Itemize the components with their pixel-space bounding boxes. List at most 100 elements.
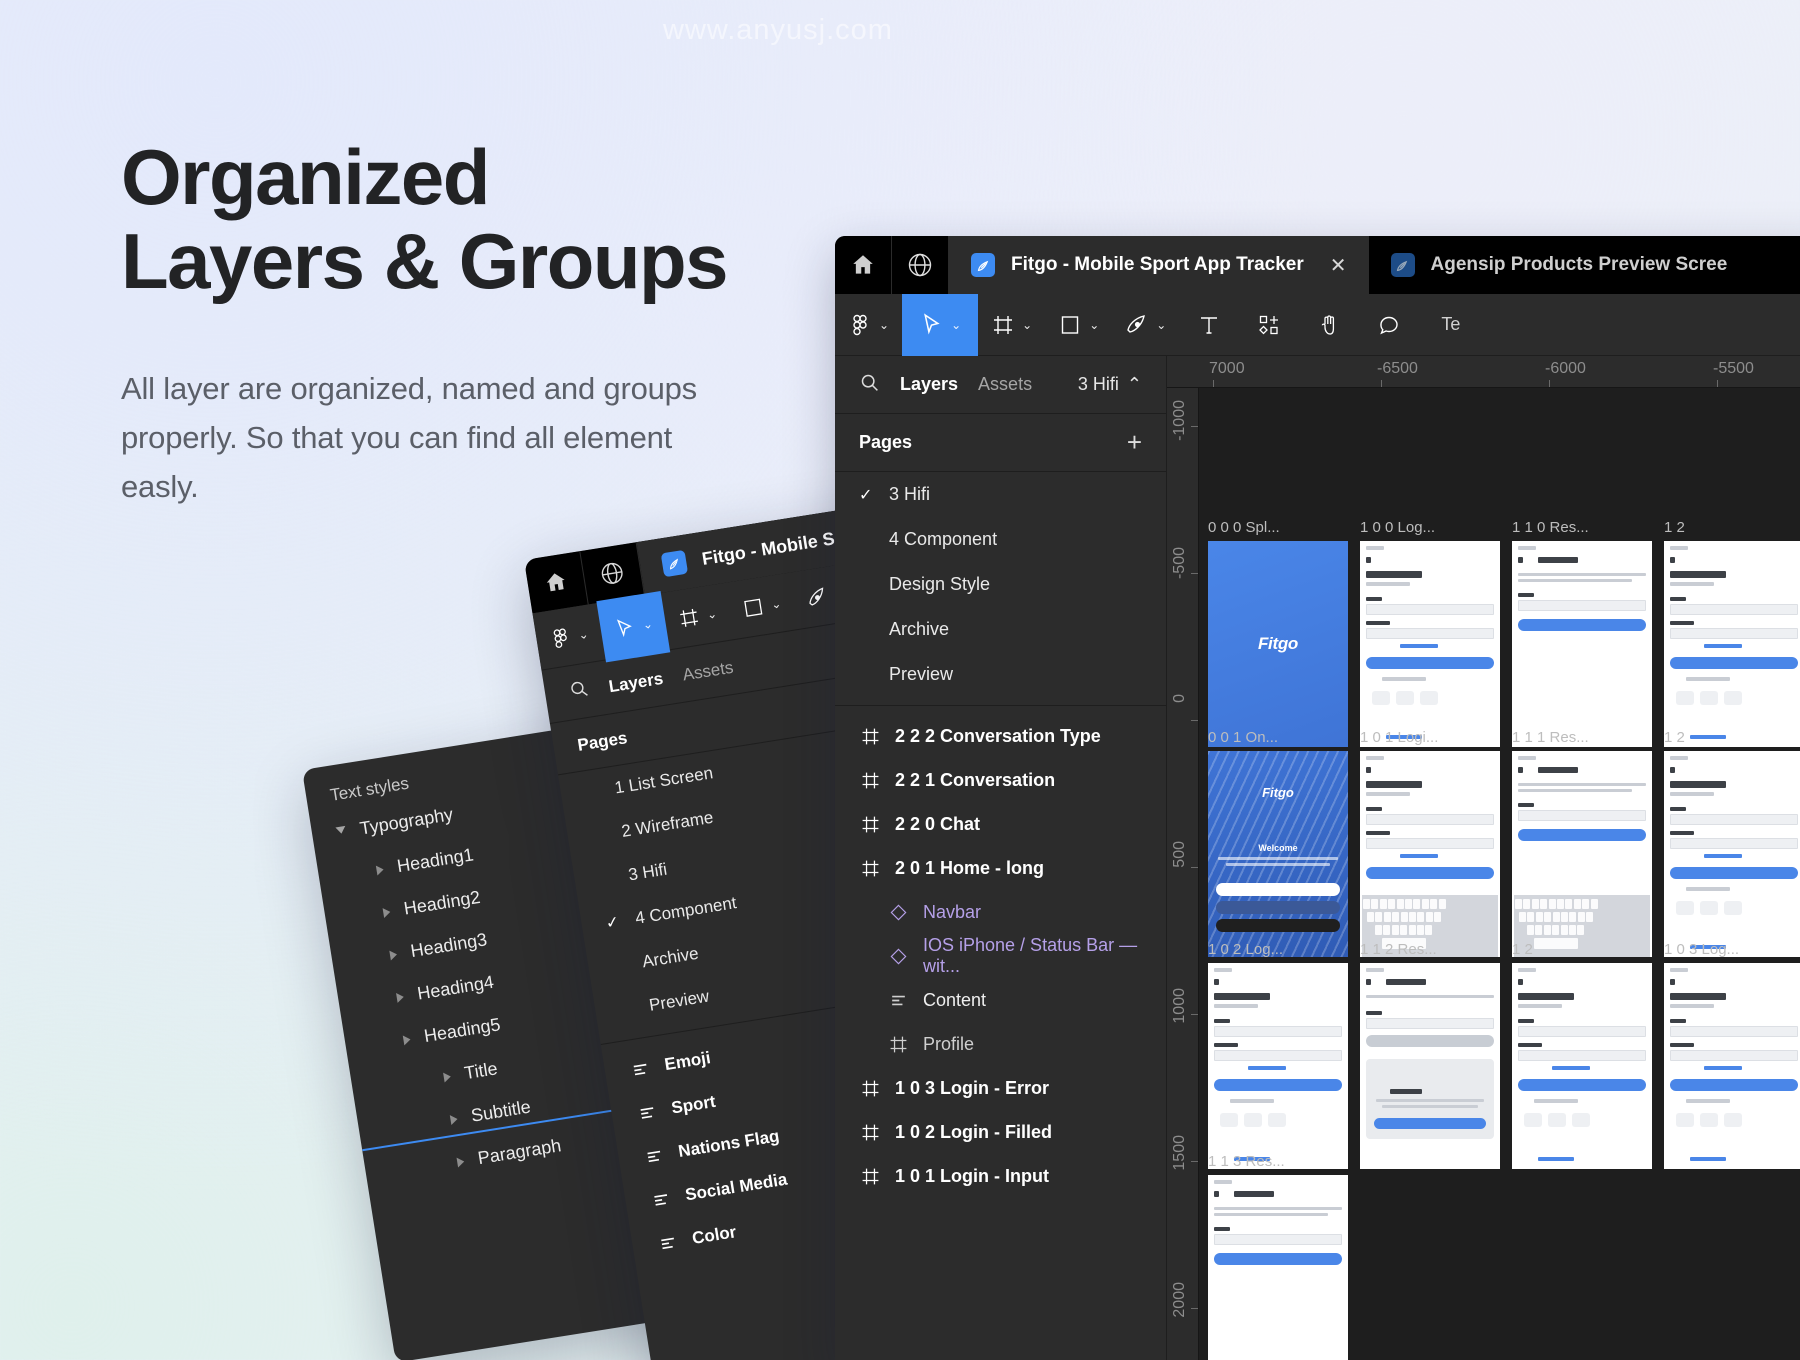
chevron-down-icon[interactable]: [335, 825, 348, 839]
layer-item[interactable]: 1 0 1 Login - Input: [835, 1154, 1166, 1198]
layer-item[interactable]: 2 2 0 Chat: [835, 802, 1166, 846]
home-icon[interactable]: [835, 236, 892, 294]
canvas-frame[interactable]: 1 2: [1664, 519, 1800, 747]
current-page-selector[interactable]: 3 Hifi ⌃: [1078, 374, 1142, 395]
frame-thumbnail[interactable]: [1360, 541, 1500, 747]
canvas-frame[interactable]: 1 2: [1512, 941, 1652, 1169]
chevron-right-icon[interactable]: [402, 1033, 412, 1045]
frame-thumbnail[interactable]: Fitgo Welcome: [1208, 751, 1348, 957]
canvas-frame[interactable]: 0 0 1 On... Fitgo Welcome: [1208, 729, 1348, 957]
frame-thumbnail[interactable]: [1208, 1175, 1348, 1360]
frame-caption[interactable]: 1 1 2 Res...: [1360, 941, 1500, 958]
pages-list[interactable]: ✓ 3 Hifi 4 Component Design Style Archiv…: [835, 472, 1166, 697]
shape-tool[interactable]: ⌄: [1045, 294, 1112, 356]
comment-tool[interactable]: [1359, 294, 1419, 356]
frame-caption[interactable]: 1 2: [1512, 941, 1652, 958]
add-page-button[interactable]: +: [1127, 427, 1142, 458]
canvas-frame[interactable]: 0 0 0 Spl... Fitgo: [1208, 519, 1348, 747]
page-item[interactable]: 4 Component: [835, 517, 1166, 562]
tab-layers[interactable]: Layers: [900, 374, 958, 395]
group-icon: [648, 1188, 673, 1210]
frame-caption[interactable]: 1 0 3 Log...: [1664, 941, 1800, 958]
frame-caption[interactable]: 1 1 3 Res...: [1208, 1153, 1348, 1170]
layer-item[interactable]: 2 2 1 Conversation: [835, 758, 1166, 802]
canvas-frame[interactable]: 1 0 2 Log...: [1208, 941, 1348, 1169]
components-icon[interactable]: [1239, 294, 1299, 356]
layer-item[interactable]: Content: [835, 978, 1166, 1022]
canvas-frame[interactable]: 1 2: [1664, 729, 1800, 957]
chevron-right-icon[interactable]: [395, 991, 405, 1003]
hand-tool[interactable]: [1299, 294, 1359, 356]
chevron-right-icon[interactable]: [389, 948, 398, 960]
page-item[interactable]: Design Style: [835, 562, 1166, 607]
page-item[interactable]: Preview: [835, 652, 1166, 697]
text-tool[interactable]: [1179, 294, 1239, 356]
frame-thumbnail[interactable]: [1512, 963, 1652, 1169]
canvas-frame[interactable]: 1 0 1 Logi...: [1360, 729, 1500, 957]
frame-tool[interactable]: ⌄: [978, 294, 1045, 356]
canvas-frame[interactable]: 1 1 2 Res...: [1360, 941, 1500, 1169]
canvas-frame[interactable]: 1 0 3 Log...: [1664, 941, 1800, 1169]
move-tool[interactable]: ⌄: [902, 293, 979, 356]
frame-thumbnail[interactable]: [1360, 963, 1500, 1169]
frame-caption[interactable]: 1 1 0 Res...: [1512, 519, 1652, 536]
figma-window-main[interactable]: Fitgo - Mobile Sport App Tracker ✕ Agens…: [835, 236, 1800, 1360]
chevron-right-icon[interactable]: [382, 906, 391, 918]
frame-caption[interactable]: 1 1 1 Res...: [1512, 729, 1652, 746]
layers-panel[interactable]: Layers Assets 3 Hifi ⌃ Pages + ✓ 3 Hifi …: [835, 356, 1167, 1360]
frame-thumbnail[interactable]: [1664, 963, 1800, 1169]
frame-caption[interactable]: 1 2: [1664, 519, 1800, 536]
frame-thumbnail[interactable]: [1512, 751, 1652, 957]
frame-thumbnail[interactable]: [1512, 541, 1652, 747]
canvas-frame[interactable]: 1 1 3 Res...: [1208, 1153, 1348, 1360]
frame-thumbnail[interactable]: [1208, 963, 1348, 1169]
layer-item[interactable]: 2 0 1 Home - long: [835, 846, 1166, 890]
frame-tool-secondary[interactable]: ⌄: [661, 580, 735, 651]
page-item[interactable]: Archive: [835, 607, 1166, 652]
frame-caption[interactable]: 0 0 0 Spl...: [1208, 519, 1348, 536]
pen-tool[interactable]: ⌄: [1112, 294, 1179, 356]
layer-item[interactable]: IOS iPhone / Status Bar — wit...: [835, 934, 1166, 978]
shape-tool-secondary[interactable]: ⌄: [725, 570, 799, 641]
chevron-right-icon[interactable]: [449, 1113, 459, 1125]
frame-caption[interactable]: 1 2: [1664, 729, 1800, 746]
layer-item[interactable]: 1 0 2 Login - Filled: [835, 1110, 1166, 1154]
chevron-right-icon[interactable]: [375, 864, 385, 876]
tab-assets-secondary[interactable]: Assets: [681, 657, 735, 685]
layer-item[interactable]: Navbar: [835, 890, 1166, 934]
frame-caption[interactable]: 1 0 2 Log...: [1208, 941, 1348, 958]
tab-fitgo[interactable]: Fitgo - Mobile Sport App Tracker ✕: [949, 236, 1369, 294]
panel-header[interactable]: Layers Assets 3 Hifi ⌃: [835, 356, 1166, 414]
layer-item[interactable]: 1 0 3 Login - Error: [835, 1066, 1166, 1110]
canvas-frame[interactable]: 1 1 1 Res...: [1512, 729, 1652, 957]
frame-thumbnail[interactable]: Fitgo: [1208, 541, 1348, 747]
chevron-right-icon[interactable]: [443, 1071, 452, 1083]
tab-agensip[interactable]: Agensip Products Preview Scree: [1369, 236, 1750, 294]
layers-list[interactable]: 2 2 2 Conversation Type 2 2 1 Conversati…: [835, 714, 1166, 1198]
chevron-right-icon[interactable]: [456, 1156, 465, 1167]
tab-assets[interactable]: Assets: [978, 374, 1032, 395]
layer-item[interactable]: Profile: [835, 1022, 1166, 1066]
search-icon[interactable]: [859, 372, 880, 398]
page-item[interactable]: ✓ 3 Hifi: [835, 472, 1166, 517]
canvas-area[interactable]: 7000 -6500 -6000 -5500 -1000 -500 0 500 …: [1167, 356, 1800, 1360]
canvas-frame[interactable]: 1 1 0 Res...: [1512, 519, 1652, 747]
move-tool-secondary[interactable]: ⌄: [596, 590, 671, 662]
canvas-frames[interactable]: 0 0 0 Spl... Fitgo 1 0 0 Log... 1 1 0 Re…: [1200, 389, 1800, 1360]
close-icon[interactable]: ✕: [1330, 253, 1347, 278]
browser-tabbar[interactable]: Fitgo - Mobile Sport App Tracker ✕ Agens…: [835, 236, 1800, 294]
frame-caption[interactable]: 1 0 1 Logi...: [1360, 729, 1500, 746]
frame-thumbnail[interactable]: [1664, 541, 1800, 747]
frame-thumbnail[interactable]: [1360, 751, 1500, 957]
figma-menu-button[interactable]: ⌄: [835, 294, 902, 356]
tab-layers-secondary[interactable]: Layers: [607, 668, 664, 696]
figma-menu-button-secondary[interactable]: ⌄: [532, 601, 606, 672]
figma-toolbar[interactable]: ⌄ ⌄ ⌄ ⌄ ⌄ Te: [835, 293, 1800, 356]
frame-thumbnail[interactable]: [1664, 751, 1800, 957]
frame-caption[interactable]: 1 0 0 Log...: [1360, 519, 1500, 536]
layer-item[interactable]: 2 2 2 Conversation Type: [835, 714, 1166, 758]
canvas-frame[interactable]: 1 0 0 Log...: [1360, 519, 1500, 747]
frame-caption[interactable]: 0 0 1 On...: [1208, 729, 1348, 746]
globe-icon[interactable]: [892, 236, 949, 294]
search-icon[interactable]: [567, 678, 591, 706]
